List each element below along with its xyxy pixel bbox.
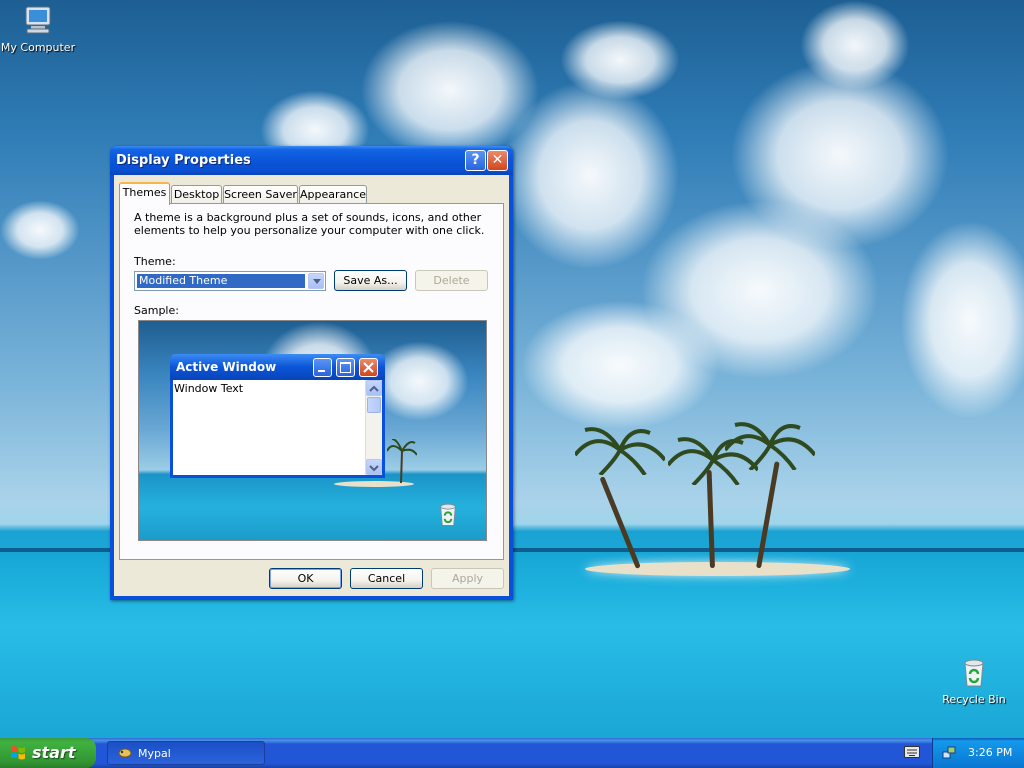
cloud — [560, 20, 680, 100]
display-properties-window: Display Properties ? ✕ Themes Desktop Sc… — [110, 146, 513, 600]
desktop-icon-my-computer[interactable]: My Computer — [0, 4, 78, 54]
window-titlebar[interactable]: Display Properties ? ✕ — [110, 146, 513, 175]
cancel-button[interactable]: Cancel — [350, 568, 423, 589]
delete-button[interactable]: Delete — [415, 270, 488, 291]
island — [585, 562, 850, 576]
ok-button[interactable]: OK — [269, 568, 342, 589]
chevron-up-icon — [366, 380, 382, 396]
cloud — [500, 80, 680, 270]
tab-appearance[interactable]: Appearance — [299, 185, 367, 203]
cloud — [520, 300, 720, 430]
chevron-down-icon — [366, 459, 382, 475]
network-icon[interactable] — [942, 746, 956, 760]
window-client: Themes Desktop Screen Saver Appearance A… — [114, 175, 509, 596]
tab-themes[interactable]: Themes — [119, 182, 170, 205]
theme-description: A theme is a background plus a set of so… — [134, 211, 485, 237]
maximize-icon — [336, 358, 355, 377]
window-title: Display Properties — [116, 153, 251, 168]
sample-preview: Active Window Window Text — [138, 320, 487, 541]
sample-window-body: Window Text — [173, 380, 382, 475]
my-computer-icon — [25, 6, 51, 34]
sample-active-window: Active Window Window Text — [170, 354, 385, 478]
cloud — [0, 200, 80, 260]
sample-window-text: Window Text — [174, 382, 244, 395]
scroll-thumb — [367, 397, 381, 413]
keyboard-icon[interactable] — [904, 746, 920, 758]
windows-logo-icon — [11, 746, 25, 760]
clock[interactable]: 3:26 PM — [968, 746, 1012, 759]
minimize-icon — [313, 358, 332, 377]
close-button[interactable]: ✕ — [487, 150, 508, 171]
save-as-button[interactable]: Save As... — [334, 270, 407, 291]
start-button[interactable]: start — [0, 738, 96, 768]
sample-label: Sample: — [134, 304, 179, 317]
close-icon — [359, 358, 378, 377]
palm-leaves — [575, 427, 665, 475]
recycle-bin-icon — [440, 503, 456, 526]
recycle-bin-icon — [964, 659, 984, 687]
apply-button[interactable]: Apply — [431, 568, 504, 589]
chevron-down-icon[interactable] — [308, 273, 324, 289]
taskbar: start Mypal 3:26 PM — [0, 738, 1024, 768]
sample-palm — [387, 439, 417, 484]
help-button[interactable]: ? — [465, 150, 486, 171]
sample-window-title: Active Window — [176, 360, 277, 374]
start-label: start — [32, 743, 76, 762]
palm-leaves — [725, 422, 815, 470]
sample-scrollbar — [365, 380, 382, 475]
theme-dropdown[interactable]: Modified Theme — [134, 271, 326, 291]
desktop-icon-label: My Computer — [0, 41, 76, 54]
tab-desktop[interactable]: Desktop — [171, 185, 222, 203]
sample-titlebar: Active Window — [170, 354, 385, 380]
cloud — [900, 220, 1024, 420]
cloud — [800, 0, 910, 90]
taskbar-item-mypal[interactable]: Mypal — [107, 741, 265, 765]
desktop-icon-label: Recycle Bin — [942, 693, 1006, 706]
system-tray: 3:26 PM — [932, 738, 1024, 768]
theme-label: Theme: — [134, 255, 176, 268]
themes-panel: A theme is a background plus a set of so… — [119, 203, 504, 560]
tab-screen-saver[interactable]: Screen Saver — [223, 185, 298, 203]
mypal-icon — [118, 748, 132, 758]
theme-dropdown-value: Modified Theme — [137, 274, 305, 288]
desktop-icon-recycle-bin[interactable]: Recycle Bin — [934, 656, 1014, 706]
taskbar-item-label: Mypal — [138, 747, 171, 760]
desktop: My Computer Recycle Bin Display Properti… — [0, 0, 1024, 738]
